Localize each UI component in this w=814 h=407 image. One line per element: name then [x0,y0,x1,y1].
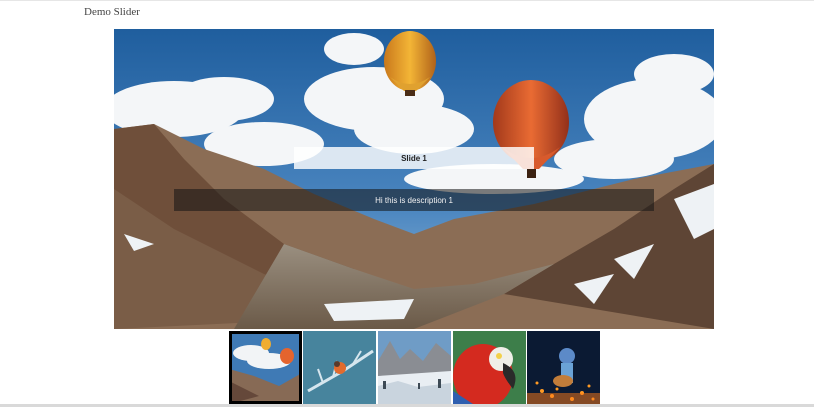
thumbnail-guitarist[interactable] [527,331,600,404]
slide-description: Hi this is description 1 [174,189,654,211]
main-slide[interactable]: Slide 1 Hi this is description 1 [114,29,714,329]
page-title: Demo Slider [84,6,140,18]
thumbnail-bird[interactable] [303,331,376,404]
slide-image [114,29,714,329]
thumbnail-parrot[interactable] [453,331,526,404]
thumbnail-valley[interactable] [378,331,451,404]
top-divider [0,0,814,1]
thumbnail-balloons[interactable] [229,331,302,404]
slide-title: Slide 1 [294,147,534,169]
